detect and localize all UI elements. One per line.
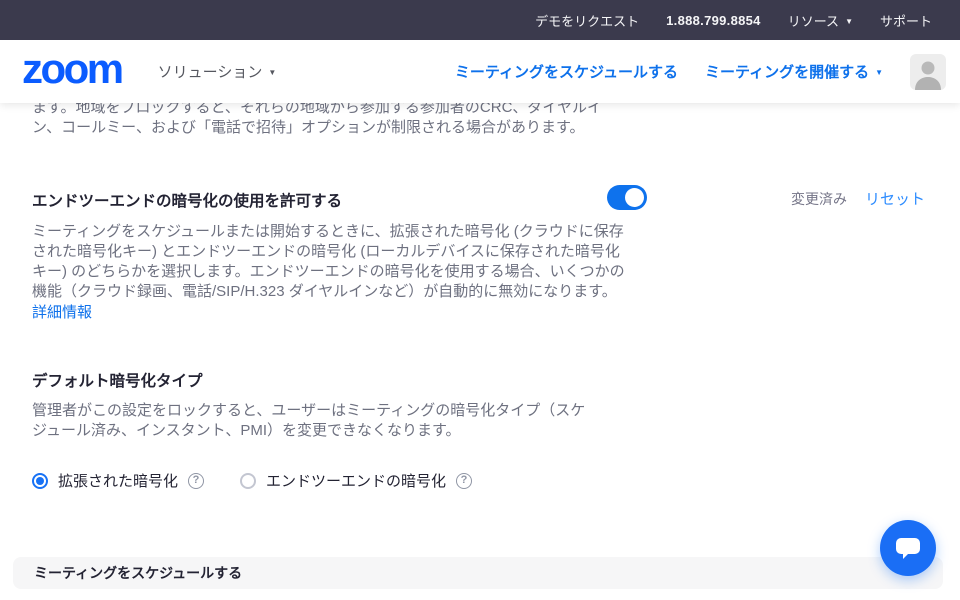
zoom-logo[interactable]: zoom — [22, 48, 122, 90]
radio-selected-icon — [32, 473, 48, 489]
header-right: ミーティングをスケジュールする ミーティングを開催する ▼ — [455, 54, 946, 90]
description-line: ミーティングをスケジュールまたは開始するときに、拡張された暗号化 (クラウドに保… — [32, 222, 625, 242]
host-meeting-menu[interactable]: ミーティングを開催する ▼ — [705, 61, 883, 82]
toggle-knob — [625, 188, 644, 207]
learn-more-link[interactable]: 詳細情報 — [32, 303, 92, 323]
help-icon[interactable]: ? — [456, 473, 472, 489]
resources-menu[interactable]: リソース ▼ — [788, 11, 853, 30]
request-demo-link[interactable]: デモをリクエスト — [535, 11, 639, 30]
radio-option-e2e-encryption[interactable]: エンドツーエンドの暗号化 ? — [240, 470, 472, 491]
section-header-title: ミーティングをスケジュールする — [34, 563, 242, 583]
description-line: 管理者がこの設定をロックすると、ユーザーはミーティングの暗号化タイプ（スケ — [32, 401, 585, 421]
support-link[interactable]: サポート — [880, 11, 932, 30]
reset-link[interactable]: リセット — [865, 188, 925, 209]
description-line: 機能（クラウド録画、電話/SIP/H.323 ダイヤルインなど）が自動的に無効に… — [32, 282, 625, 302]
radio-label: 拡張された暗号化 — [58, 470, 178, 491]
e2e-setting-title: エンドツーエンドの暗号化の使用を許可する — [32, 189, 342, 211]
chat-fab-button[interactable] — [880, 520, 936, 576]
solutions-label: ソリューション — [158, 61, 263, 82]
schedule-meeting-link[interactable]: ミーティングをスケジュールする — [455, 61, 678, 82]
description-line: ジュール済み、インスタント、PMI）を変更できなくなります。 — [32, 421, 585, 441]
radio-option-enhanced-encryption[interactable]: 拡張された暗号化 ? — [32, 470, 204, 491]
e2e-setting-description: ミーティングをスケジュールまたは開始するときに、拡張された暗号化 (クラウドに保… — [32, 222, 625, 323]
chevron-down-icon: ▼ — [845, 17, 853, 26]
help-icon[interactable]: ? — [188, 473, 204, 489]
resources-label: リソース — [788, 11, 839, 30]
description-line: キー) のどちらかを選択します。エンドツーエンドの暗号化を使用する場合、いくつか… — [32, 262, 625, 282]
schedule-meeting-section-header: ミーティングをスケジュールする — [13, 557, 943, 589]
default-encryption-title: デフォルト暗号化タイプ — [32, 369, 203, 391]
host-meeting-label: ミーティングを開催する — [705, 61, 869, 82]
radio-label: エンドツーエンドの暗号化 — [266, 470, 446, 491]
setting-status-row: 変更済み リセット — [791, 188, 925, 209]
modified-badge: 変更済み — [791, 189, 847, 209]
solutions-menu[interactable]: ソリューション ▼ — [158, 61, 277, 82]
radio-unselected-icon — [240, 473, 256, 489]
e2e-encryption-toggle[interactable] — [607, 185, 647, 210]
phone-link[interactable]: 1.888.799.8854 — [666, 13, 761, 28]
paragraph-line: ン、コールミー、および「電話で招待」オプションが制限される場合があります。 — [32, 118, 602, 138]
chevron-down-icon: ▼ — [268, 68, 276, 77]
chat-bubble-icon — [895, 536, 921, 561]
encryption-type-radio-group: 拡張された暗号化 ? エンドツーエンドの暗号化 ? — [32, 470, 472, 491]
person-icon — [910, 56, 946, 90]
clipped-paragraph: ます。地域をブロックすると、それらの地域から参加する参加者のCRC、ダイヤルイ … — [32, 98, 602, 138]
topbar: デモをリクエスト 1.888.799.8854 リソース ▼ サポート — [0, 0, 960, 40]
description-line: された暗号化キー) とエンドツーエンドの暗号化 (ローカルデバイスに保存された暗… — [32, 242, 625, 262]
chevron-down-icon: ▼ — [875, 68, 883, 77]
default-encryption-description: 管理者がこの設定をロックすると、ユーザーはミーティングの暗号化タイプ（スケ ジュ… — [32, 401, 585, 441]
site-header: zoom ソリューション ▼ ミーティングをスケジュールする ミーティングを開催… — [0, 40, 960, 103]
user-avatar[interactable] — [910, 54, 946, 90]
zoom-settings-page: デモをリクエスト 1.888.799.8854 リソース ▼ サポート zoom… — [0, 0, 960, 600]
